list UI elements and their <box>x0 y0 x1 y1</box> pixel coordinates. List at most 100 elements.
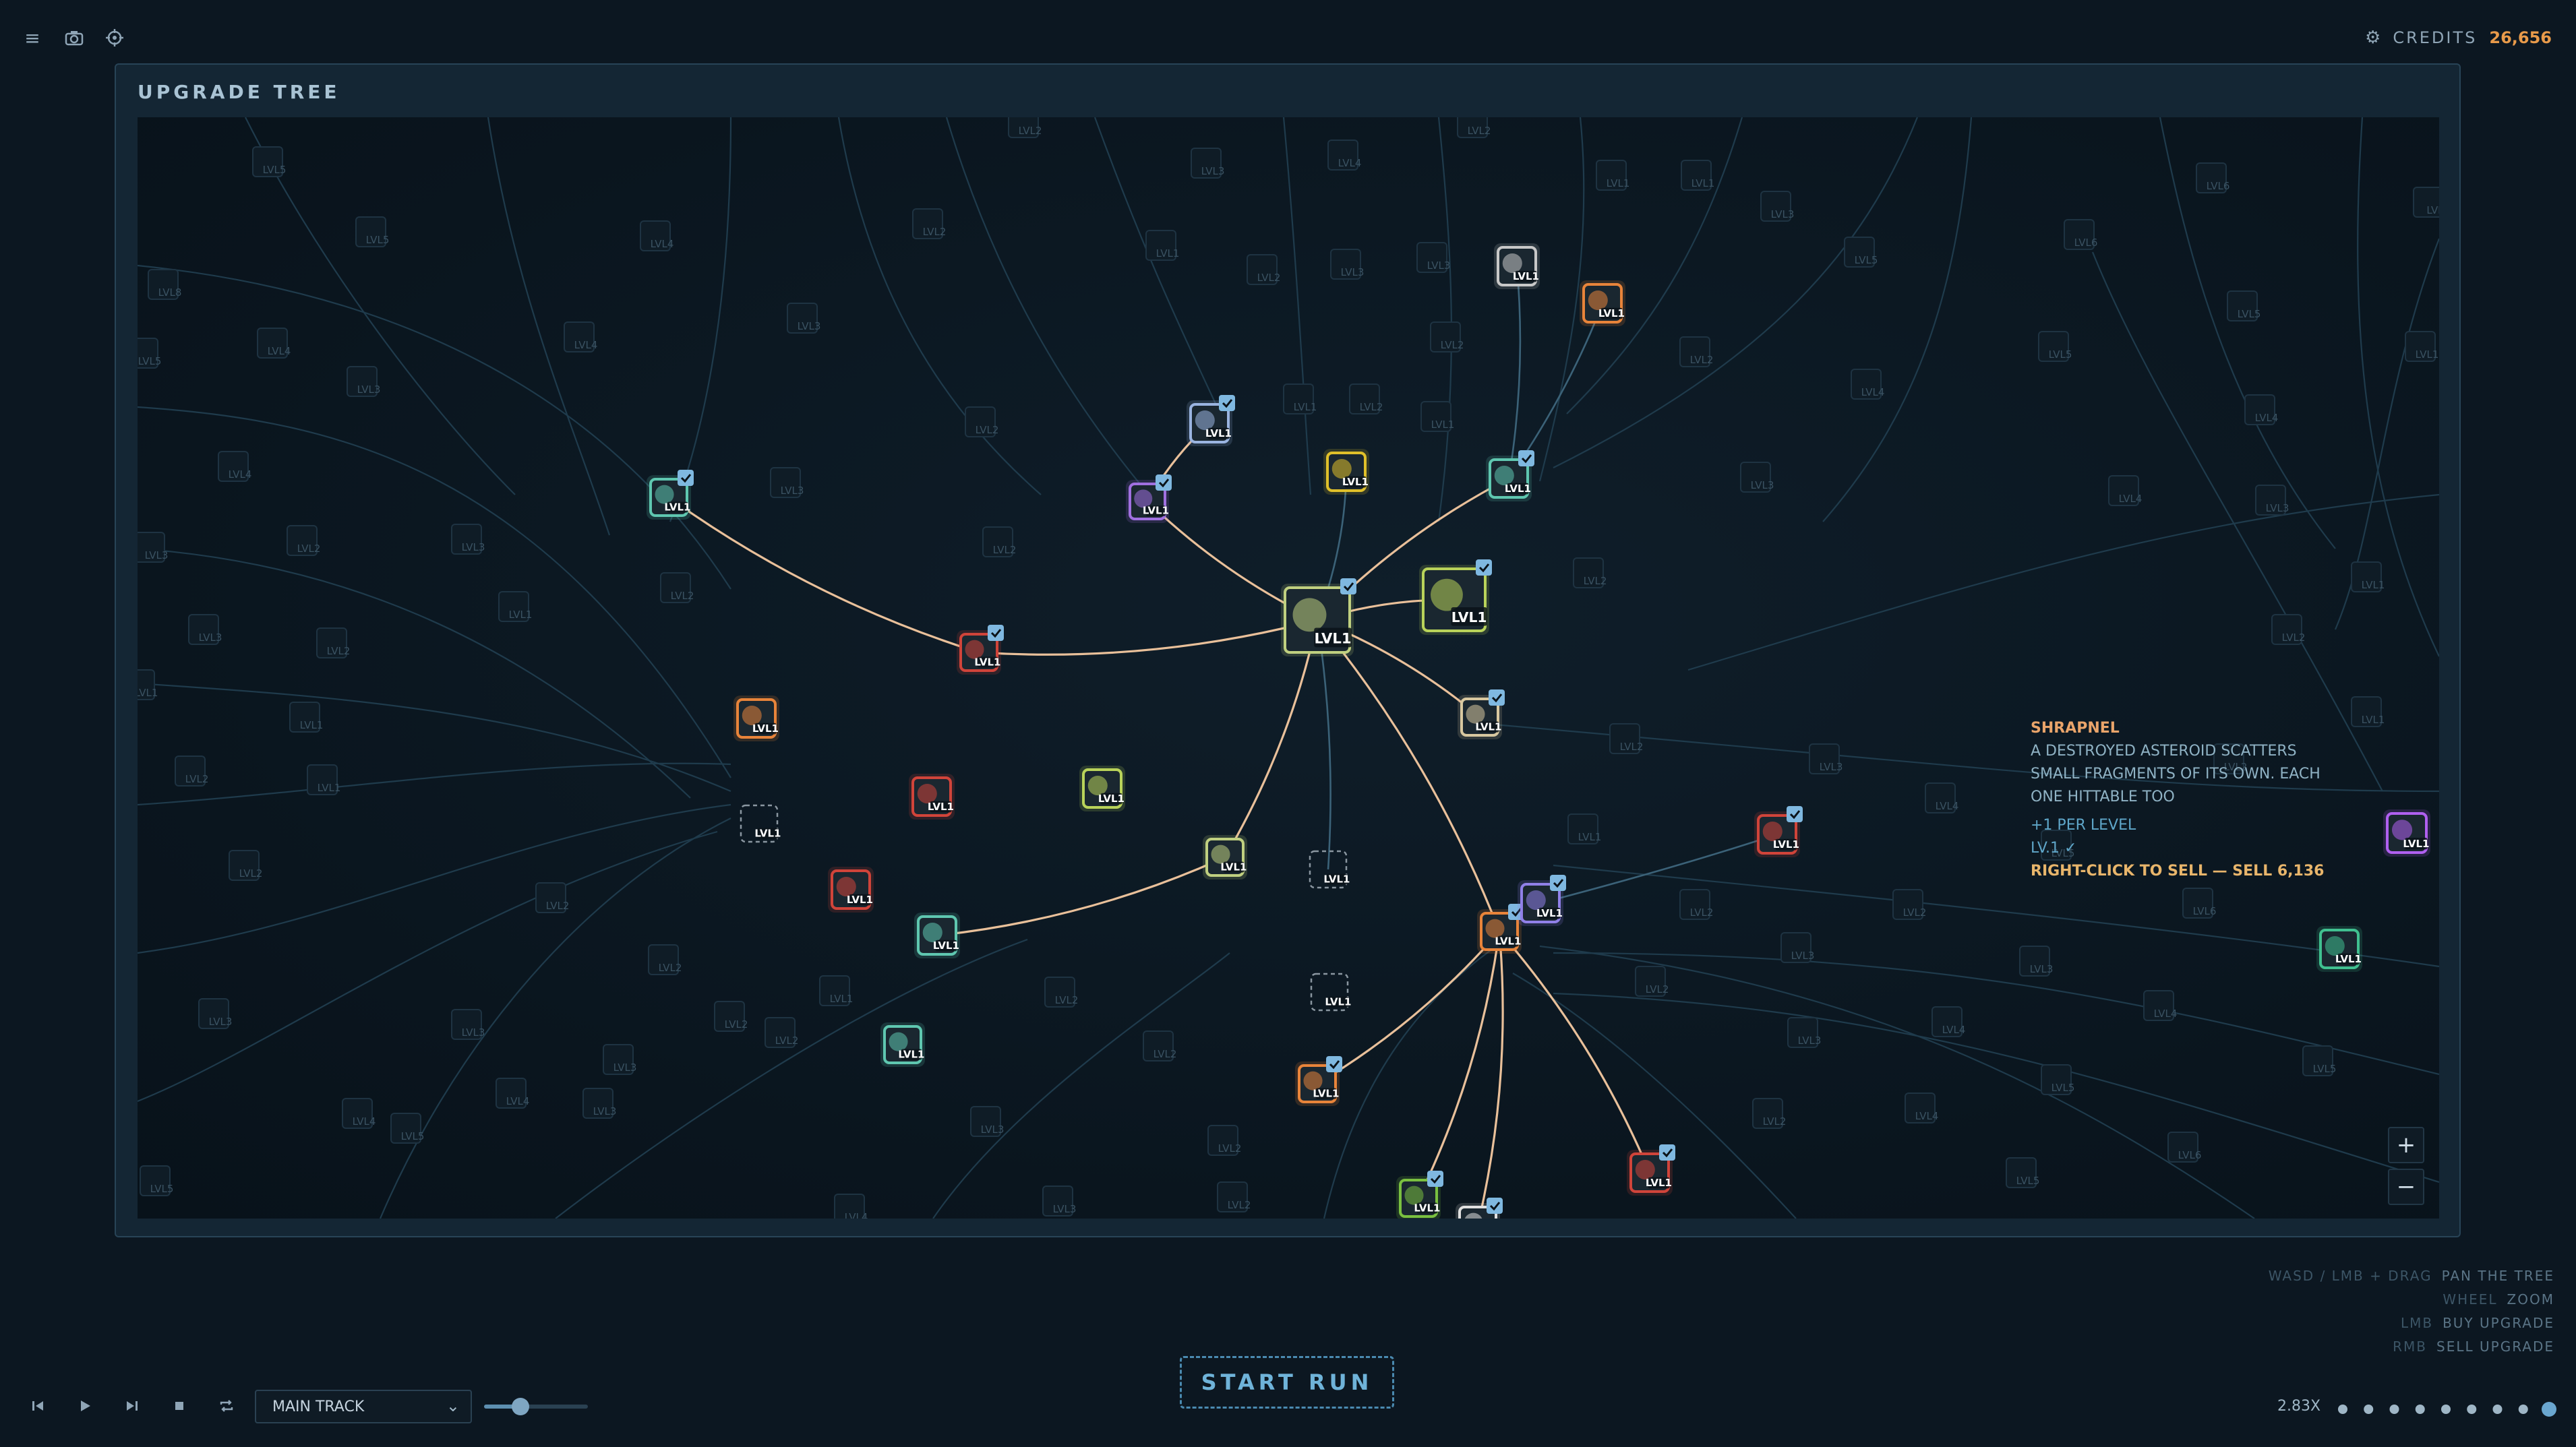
upgrade-node[interactable]: LVL1 <box>1518 875 1566 926</box>
tree-graph[interactable]: LVL5 LVL5 LVL4 LVL3 LVL4 LVL2 LVL3 LVL3 LVL1 LVL2… <box>138 117 2439 1219</box>
upgrade-node[interactable]: LVL1 <box>1187 395 1235 446</box>
locked-upgrade-node[interactable]: LVL2 <box>1635 966 1669 997</box>
locked-upgrade-node[interactable]: LVL1 <box>2405 331 2438 362</box>
locked-upgrade-node[interactable]: LVL3 <box>1809 743 1843 774</box>
locked-upgrade-node[interactable]: LVL1 <box>1567 813 1601 844</box>
locked-upgrade-node[interactable]: LVL5 <box>2006 1157 2039 1188</box>
volume-slider[interactable] <box>484 1398 588 1415</box>
upgrade-node[interactable]: LVL1 <box>1309 850 1350 889</box>
upgrade-node[interactable]: LVL1 <box>1295 1056 1342 1106</box>
locked-upgrade-node[interactable]: LVL2 <box>660 572 694 603</box>
locked-upgrade-node[interactable]: LVL1 <box>498 591 532 622</box>
locked-upgrade-node[interactable]: LVL2 <box>965 406 998 437</box>
locked-upgrade-node[interactable]: LVL3 <box>347 366 380 397</box>
upgrade-node[interactable]: LVL1 <box>828 867 874 913</box>
zoom-in-button[interactable]: + <box>2388 1127 2424 1163</box>
upgrade-node[interactable]: LVL1 <box>1754 806 1803 857</box>
core-upgrade-node[interactable]: LVL1 <box>1281 578 1356 656</box>
locked-upgrade-node[interactable]: LVL2 <box>1892 889 1926 920</box>
locked-upgrade-node[interactable]: LVL1 <box>1145 230 1179 261</box>
locked-upgrade-node[interactable]: LVL2 <box>1008 117 1042 138</box>
locked-upgrade-node[interactable]: LVL4 <box>1851 369 1884 400</box>
locked-upgrade-node[interactable]: LVL5 <box>138 338 161 369</box>
locked-upgrade-node[interactable]: LVL3 <box>451 1009 485 1040</box>
locked-upgrade-node[interactable]: LVL2 <box>1430 321 1464 352</box>
upgrade-node[interactable]: LVL1 <box>1396 1171 1443 1219</box>
locked-upgrade-node[interactable]: LVL5 <box>390 1113 424 1144</box>
menu-icon[interactable]: ≡ <box>19 24 46 51</box>
locked-upgrade-node[interactable]: LVL4 <box>2108 475 2142 506</box>
zoom-step-indicator[interactable] <box>2335 1401 2557 1417</box>
locked-upgrade-node[interactable]: LVL1 <box>1681 160 1714 191</box>
locked-upgrade-node[interactable]: LVL5 <box>355 216 389 247</box>
locked-upgrade-node[interactable]: LVL2 <box>1044 977 1078 1008</box>
locked-upgrade-node[interactable]: LVL1 <box>819 975 853 1006</box>
locked-upgrade-node[interactable]: LVL2 <box>1143 1030 1176 1061</box>
upgrade-node[interactable]: LVL1 <box>914 913 960 958</box>
locked-upgrade-node[interactable]: LVL3 <box>970 1106 1004 1137</box>
locked-upgrade-node[interactable]: LVL4 <box>1905 1092 1938 1123</box>
locked-upgrade-node[interactable]: LVL2 <box>1573 557 1607 588</box>
upgrade-node[interactable]: LVL1 <box>647 470 694 520</box>
upgrade-node[interactable]: LVL1 <box>1580 280 1625 326</box>
locked-upgrade-node[interactable]: LVL2 <box>2271 614 2305 645</box>
locked-upgrade-node[interactable]: LVL3 <box>1760 191 1794 222</box>
locked-upgrade-node[interactable]: LVL4 <box>257 328 291 359</box>
upgrade-node[interactable]: LVL1 <box>733 696 779 741</box>
locked-upgrade-node[interactable]: LVL4 <box>496 1078 529 1109</box>
upgrade-node[interactable]: LVL1 <box>1126 474 1172 523</box>
upgrade-node[interactable]: LVL1 <box>1486 450 1534 501</box>
upgrade-node[interactable]: LVL1 <box>957 625 1004 675</box>
stop-icon[interactable] <box>166 1392 193 1419</box>
locked-upgrade-node[interactable]: LVL2 <box>316 627 350 658</box>
locked-upgrade-node[interactable]: LVL4 <box>218 451 251 482</box>
upgrade-node[interactable]: LVL1 <box>1456 1198 1503 1219</box>
locked-upgrade-node[interactable]: LVL6 <box>2196 162 2229 193</box>
play-icon[interactable] <box>71 1392 98 1419</box>
start-run-button[interactable]: START RUN <box>1180 1356 1394 1409</box>
locked-upgrade-node[interactable]: LVL5 <box>2041 1064 2074 1095</box>
zoom-step-dot[interactable] <box>2467 1405 2477 1414</box>
upgrade-node[interactable]: LVL1 <box>1323 449 1369 495</box>
locked-upgrade-node[interactable]: LVL2 <box>1609 723 1643 754</box>
locked-upgrade-node[interactable]: LVL2 <box>287 525 320 556</box>
locked-upgrade-node[interactable]: LVL5 <box>2038 331 2072 362</box>
upgrade-node[interactable]: LVL1 <box>880 1022 925 1067</box>
zoom-step-dot[interactable] <box>2441 1405 2451 1414</box>
locked-upgrade-node[interactable]: LVL3 <box>1740 462 1774 493</box>
tree-canvas[interactable]: LVL5 LVL5 LVL4 LVL3 LVL4 LVL2 LVL3 LVL3 LVL1 LVL2… <box>138 117 2439 1219</box>
locked-upgrade-node[interactable]: LVL2 <box>1217 1181 1251 1212</box>
locked-upgrade-node[interactable]: LVL3 <box>1416 242 1450 273</box>
locked-upgrade-node[interactable]: LVL1 <box>1596 160 1629 191</box>
upgrade-node[interactable]: LVL1 <box>1477 904 1524 954</box>
zoom-step-dot[interactable] <box>2492 1405 2503 1414</box>
locked-upgrade-node[interactable]: LVL4 <box>2244 394 2278 425</box>
locked-upgrade-node[interactable]: LVL5 <box>2227 290 2260 321</box>
locked-upgrade-node[interactable]: LVL2 <box>714 1001 748 1032</box>
locked-upgrade-node[interactable]: LVL5 <box>252 146 286 177</box>
locked-upgrade-node[interactable]: LVL3 <box>2019 946 2053 977</box>
locked-upgrade-node[interactable]: LVL2 <box>912 208 946 239</box>
locked-upgrade-node[interactable]: LVL3 <box>1191 148 1224 179</box>
locked-upgrade-node[interactable]: LVL1 <box>2351 696 2385 727</box>
camera-icon[interactable] <box>61 24 88 51</box>
locked-upgrade-node[interactable]: LVL8 <box>148 269 181 300</box>
locked-upgrade-node[interactable]: LVL3 <box>138 532 168 563</box>
locked-upgrade-node[interactable]: LVL2 <box>1679 889 1713 920</box>
locked-upgrade-node[interactable]: LVL3 <box>1042 1186 1076 1217</box>
locked-upgrade-node[interactable]: LVL3 <box>787 303 820 334</box>
locked-upgrade-node[interactable]: LVL3 <box>603 1044 636 1075</box>
locked-upgrade-node[interactable]: LVL4 <box>1931 1006 1965 1037</box>
skip-forward-icon[interactable] <box>119 1392 146 1419</box>
locked-upgrade-node[interactable]: LVL1 <box>1283 383 1317 414</box>
zoom-step-dot[interactable] <box>2518 1405 2528 1414</box>
locked-upgrade-node[interactable]: LVL1 <box>2351 561 2385 592</box>
locked-upgrade-node[interactable]: LVL2 <box>175 756 208 787</box>
locked-upgrade-node[interactable]: LVL3 <box>1330 249 1364 280</box>
locked-upgrade-node[interactable]: LVL3 <box>188 614 222 645</box>
upgrade-node[interactable]: LVL1 <box>2383 809 2430 857</box>
locked-upgrade-node[interactable]: LVL3 <box>1780 932 1814 963</box>
locked-upgrade-node[interactable]: LVL1 <box>1420 401 1454 432</box>
locked-upgrade-node[interactable]: LVL5 <box>1844 237 1878 268</box>
locked-upgrade-node[interactable]: LVL4 <box>342 1098 376 1129</box>
